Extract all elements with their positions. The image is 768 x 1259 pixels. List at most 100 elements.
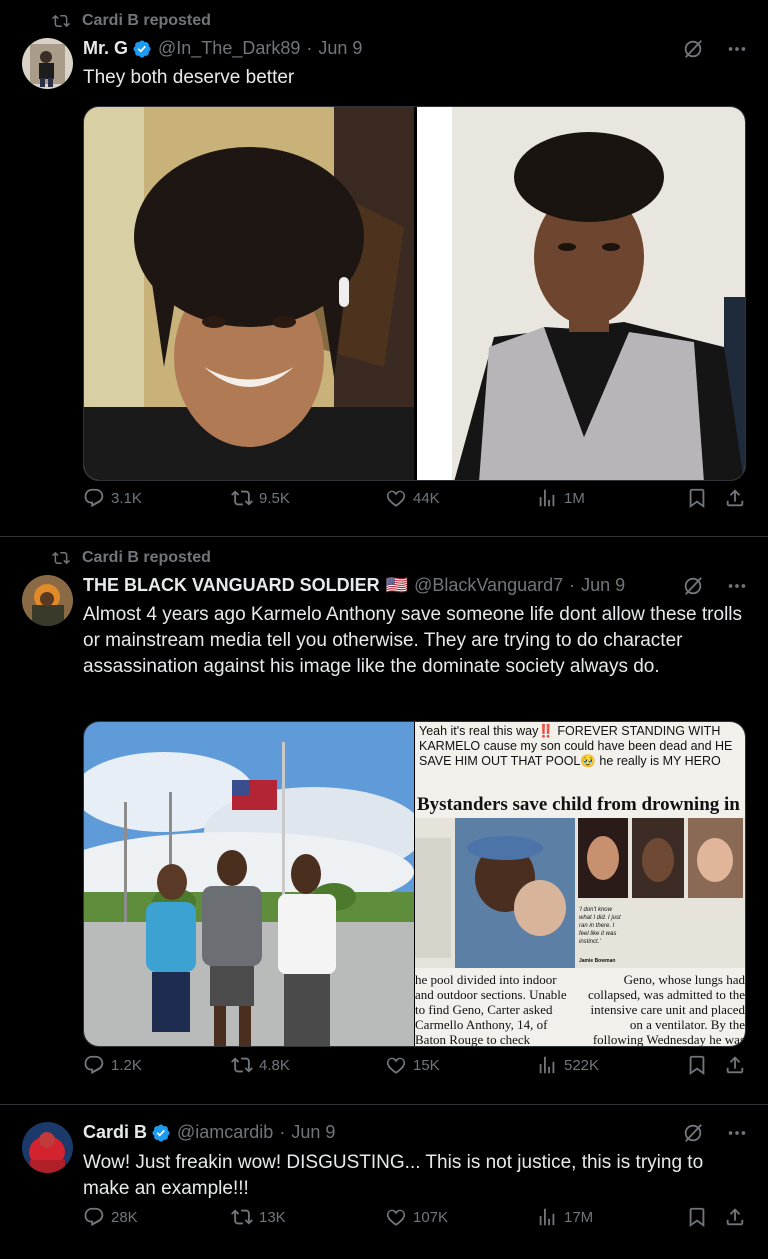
verified-badge-icon [151, 1123, 171, 1143]
tweet-3[interactable]: Cardi B @iamcardib · Jun 9 Wow! Just fre… [0, 1105, 768, 1259]
repost-count: 4.8K [259, 1056, 290, 1074]
reply-count: 3.1K [111, 489, 142, 507]
repost-icon [52, 549, 70, 567]
like-count: 44K [413, 489, 440, 507]
newspaper-quote: 'I don't know what I did. I just ran in … [579, 907, 621, 945]
repost-indicator: Cardi B reposted [52, 12, 211, 30]
avatar[interactable] [22, 1122, 73, 1173]
repost-icon [52, 12, 70, 30]
like-icon [385, 487, 407, 509]
tweet-text: Wow! Just freakin wow! DISGUSTING... Thi… [83, 1152, 704, 1199]
flag-emoji: 🇺🇸 [385, 575, 409, 595]
display-name[interactable]: Mr. G [83, 38, 128, 59]
repost-count: 13K [259, 1208, 286, 1226]
tweet-date[interactable]: Jun 9 [291, 1122, 335, 1143]
views-icon [536, 1206, 558, 1228]
like-icon [385, 1054, 407, 1076]
tweet-media[interactable] [83, 106, 746, 481]
share-icon [724, 1054, 746, 1076]
more-icon[interactable] [726, 1122, 748, 1144]
repost-count: 9.5K [259, 489, 290, 507]
reply-button[interactable]: 3.1K [83, 487, 142, 509]
separator: · [569, 575, 576, 595]
views-button[interactable]: 1M [536, 487, 585, 509]
grok-icon[interactable] [682, 575, 704, 597]
media-caption: Yeah it's real this way‼️ FOREVER STANDI… [419, 724, 733, 768]
user-handle[interactable]: @In_The_Dark89 [158, 38, 300, 59]
repost-button[interactable]: 9.5K [231, 487, 290, 509]
newspaper-byline: Jamie Bowman [579, 958, 616, 964]
grok-icon[interactable] [682, 1122, 704, 1144]
share-button[interactable] [724, 1206, 746, 1228]
bookmark-icon [686, 1206, 708, 1228]
tweet-header: THE BLACK VANGUARD SOLDIER 🇺🇸 @BlackVang… [83, 575, 748, 596]
avatar[interactable] [22, 38, 73, 89]
views-icon [536, 487, 558, 509]
bookmark-button[interactable] [686, 1206, 708, 1228]
tweet-header: Mr. G @In_The_Dark89 · Jun 9 [83, 38, 748, 59]
repost-icon [231, 487, 253, 509]
reply-icon [83, 1054, 105, 1076]
views-icon [536, 1054, 558, 1076]
bookmark-icon [686, 487, 708, 509]
display-name[interactable]: Cardi B [83, 1122, 147, 1143]
views-count: 17M [564, 1208, 594, 1226]
share-button[interactable] [724, 487, 746, 509]
header-actions [682, 575, 748, 597]
tweet-text: They both deserve better [83, 67, 295, 88]
like-button[interactable]: 15K [385, 1054, 440, 1076]
tweet-date[interactable]: Jun 9 [581, 575, 625, 596]
avatar[interactable] [22, 575, 73, 626]
header-actions [682, 1122, 748, 1144]
repost-indicator: Cardi B reposted [52, 549, 211, 567]
bookmark-button[interactable] [686, 487, 708, 509]
tweet-1[interactable]: Cardi B reposted Mr. G @In_The_Dark89 · … [0, 0, 768, 537]
newspaper-column-1: he pool divided into indoor and outdoor … [415, 972, 567, 1047]
views-count: 522K [564, 1056, 600, 1074]
like-icon [385, 1206, 407, 1228]
like-button[interactable]: 107K [385, 1206, 448, 1228]
repost-button[interactable]: 13K [231, 1206, 286, 1228]
share-button[interactable] [724, 1054, 746, 1076]
views-count: 1M [564, 489, 585, 507]
tweet-2[interactable]: Cardi B reposted THE BLACK VANGUARD SOLD… [0, 537, 768, 1105]
user-handle[interactable]: @iamcardib [177, 1122, 273, 1143]
reply-count: 1.2K [111, 1056, 142, 1074]
separator: · [306, 38, 313, 58]
more-icon[interactable] [726, 38, 748, 60]
header-actions [682, 38, 748, 60]
reply-count: 28K [111, 1208, 138, 1226]
display-name[interactable]: THE BLACK VANGUARD SOLDIER [83, 575, 380, 596]
like-count: 15K [413, 1056, 440, 1074]
photo-collage [84, 107, 745, 480]
newspaper-headline: Bystanders save child from drowning in p… [417, 794, 746, 815]
more-icon[interactable] [726, 575, 748, 597]
newspaper-column-2: Geno, whose lungs had collapsed, was adm… [587, 972, 745, 1047]
repost-label: Cardi B reposted [82, 12, 211, 29]
reply-button[interactable]: 28K [83, 1206, 138, 1228]
bookmark-icon [686, 1054, 708, 1076]
reply-icon [83, 1206, 105, 1228]
views-button[interactable]: 17M [536, 1206, 593, 1228]
repost-label: Cardi B reposted [82, 549, 211, 566]
photo-group [84, 722, 424, 1046]
separator: · [279, 1122, 286, 1142]
grok-icon[interactable] [682, 38, 704, 60]
like-button[interactable]: 44K [385, 487, 440, 509]
tweet-media[interactable]: Yeah it's real this way‼️ FOREVER STANDI… [83, 721, 746, 1047]
tweet-date[interactable]: Jun 9 [318, 38, 362, 59]
tweet-header: Cardi B @iamcardib · Jun 9 [83, 1122, 748, 1143]
newspaper-clipping: Yeah it's real this way‼️ FOREVER STANDI… [415, 722, 746, 1047]
views-button[interactable]: 522K [536, 1054, 599, 1076]
repost-icon [231, 1206, 253, 1228]
tweet-text: Almost 4 years ago Karmelo Anthony save … [83, 604, 743, 677]
reply-button[interactable]: 1.2K [83, 1054, 142, 1076]
bookmark-button[interactable] [686, 1054, 708, 1076]
verified-badge-icon [132, 39, 152, 59]
share-icon [724, 487, 746, 509]
share-icon [724, 1206, 746, 1228]
user-handle[interactable]: @BlackVanguard7 [414, 575, 563, 596]
repost-icon [231, 1054, 253, 1076]
repost-button[interactable]: 4.8K [231, 1054, 290, 1076]
reply-icon [83, 487, 105, 509]
